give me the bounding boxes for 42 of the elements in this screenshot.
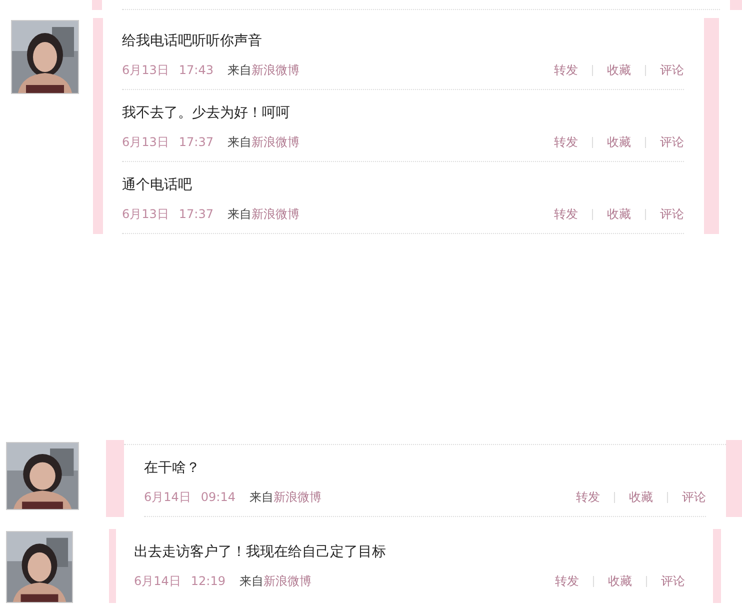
post-date: 6月13日 [122,134,169,151]
source-label: 来自 [228,134,252,151]
post-text: 我不去了。少去为好！呵呵 [122,104,291,123]
action-link[interactable]: 转发 [554,205,578,223]
action-link[interactable]: 转发 [576,488,600,506]
post-date: 6月13日 [122,206,169,223]
post-date: 6月14日 [144,489,191,506]
action-link[interactable]: 评论 [661,572,685,590]
action-link[interactable]: 转发 [554,61,578,79]
post-time: 09:14 [200,489,236,506]
action-link[interactable]: 评论 [660,205,684,223]
action-link[interactable]: 收藏 [608,572,632,590]
card-edge [730,0,742,10]
action-link[interactable]: 评论 [660,61,684,79]
post-text: 出去走访客户了！我现在给自己定了目标 [134,543,387,562]
source-label: 来自 [250,489,274,506]
post-text: 通个电话吧 [122,176,193,195]
post-time: 12:19 [190,573,226,590]
action-link[interactable]: 评论 [660,133,684,151]
post-date: 6月14日 [134,573,181,590]
post-time: 17:37 [178,206,214,223]
action-link[interactable]: 收藏 [629,488,653,506]
source-label: 来自 [228,62,252,79]
source-link[interactable]: 新浪微博 [264,572,312,590]
source-link[interactable]: 新浪微博 [252,205,300,223]
source-link[interactable]: 新浪微博 [252,61,300,79]
post-time: 17:37 [178,134,214,151]
post-date: 6月13日 [122,62,169,79]
action-link[interactable]: 收藏 [607,205,631,223]
source-link[interactable]: 新浪微博 [252,133,300,151]
source-link[interactable]: 新浪微博 [274,488,322,506]
action-link[interactable]: 收藏 [607,133,631,151]
action-link[interactable]: 收藏 [607,61,631,79]
action-link[interactable]: 转发 [555,572,579,590]
post-text: 给我电话吧听听你声音 [122,32,263,51]
action-link[interactable]: 评论 [682,488,706,506]
action-link[interactable]: 转发 [554,133,578,151]
post-text: 在干啥？ [144,459,201,478]
post-time: 17:43 [178,62,214,79]
source-label: 来自 [240,573,264,590]
card-edge [92,0,102,10]
source-label: 来自 [228,206,252,223]
